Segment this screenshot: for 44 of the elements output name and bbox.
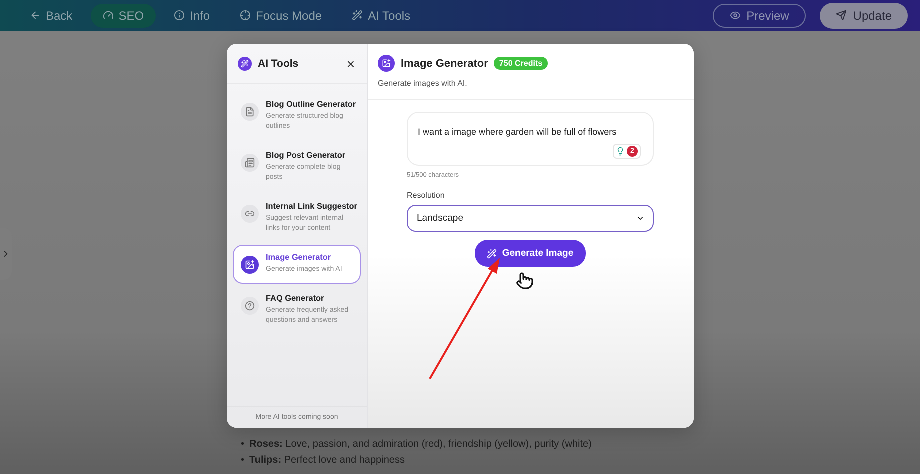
tool-name: FAQ Generator (266, 294, 326, 303)
tool-name: Image Generator (266, 253, 332, 262)
generate-button[interactable]: Generate Image (475, 240, 586, 267)
info-icon (174, 10, 186, 21)
wand-icon (238, 56, 252, 70)
tool-name: Blog Post Generator (266, 151, 347, 160)
document-icon (241, 103, 259, 121)
prompt-text: I want a image where garden will be full of flowers (418, 127, 617, 137)
bullet-marker: • (241, 438, 245, 451)
wand-icon (352, 10, 364, 21)
bullet-text: Tulips: Perfect love and happiness (250, 454, 405, 467)
sidebar-title: AI Tools (258, 58, 300, 70)
resolution-value: Landscape (417, 213, 464, 224)
update-button[interactable]: Update (820, 2, 908, 28)
panel-title: Image Generator (401, 58, 488, 70)
close-button[interactable]: × (346, 56, 355, 72)
bullet-marker: • (241, 454, 245, 467)
tool-name: Internal Link Suggestor (266, 202, 358, 211)
tool-name: Blog Outline Generator (266, 100, 356, 109)
back-button[interactable]: Back (18, 4, 85, 28)
back-arrow-icon (30, 10, 41, 21)
toolbar-tab[interactable]: Info (162, 4, 222, 28)
toolbar-tab[interactable]: Focus Mode (228, 4, 334, 28)
resolution-label: Resolution (407, 191, 446, 200)
eye-icon (730, 10, 741, 21)
preview-button[interactable]: Preview (712, 4, 806, 28)
hand-cursor-icon (516, 272, 534, 290)
question-icon (241, 297, 259, 315)
lightbulb-icon (616, 147, 625, 156)
toolbar-tab[interactable]: SEO (90, 4, 156, 28)
credits-badge: 750 Credits (494, 57, 548, 70)
wand-icon (487, 248, 498, 258)
gauge-icon (102, 10, 114, 21)
newspaper-icon (241, 154, 259, 172)
crosshair-icon (240, 10, 252, 21)
link-icon (241, 205, 259, 223)
send-icon (836, 10, 848, 21)
image-plus-icon (378, 55, 395, 72)
toolbar-tab[interactable]: AI Tools (340, 4, 423, 28)
panel-subtitle: Generate images with AI. (378, 79, 468, 88)
chevron-down-icon (636, 214, 645, 223)
resolution-select[interactable]: Landscape (407, 205, 654, 232)
image-plus-icon (241, 256, 259, 274)
bullet-text: Roses: Love, passion, and admiration (red), friendship (yellow), purity (white) (250, 438, 592, 451)
